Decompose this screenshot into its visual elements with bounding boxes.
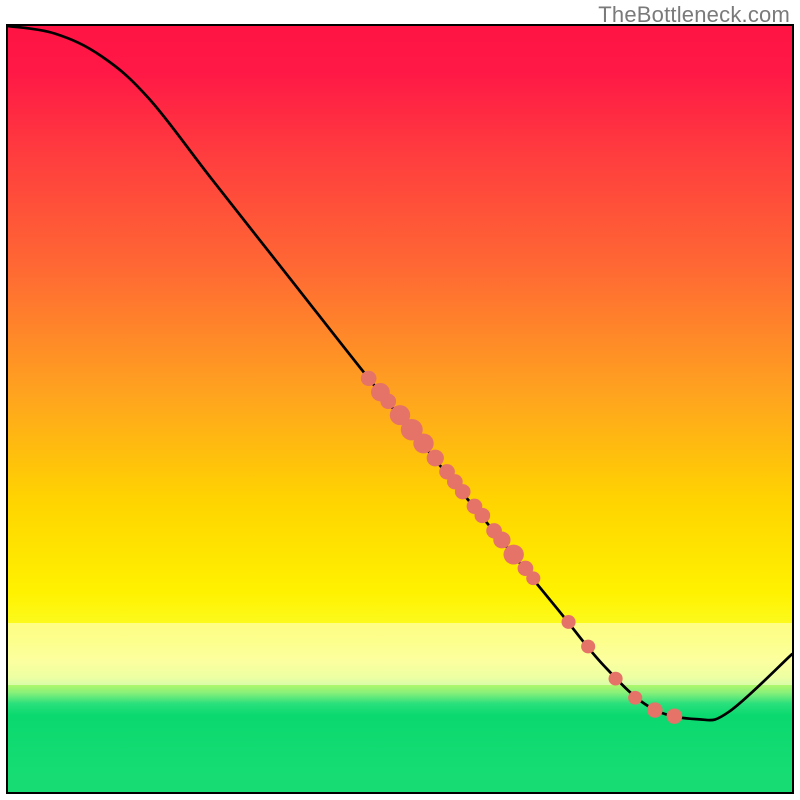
curve-marker bbox=[609, 672, 623, 686]
curve-marker bbox=[361, 371, 377, 386]
curve-marker bbox=[493, 532, 510, 549]
curve-marker bbox=[562, 615, 576, 629]
plot-area bbox=[6, 24, 794, 794]
curve-marker bbox=[455, 484, 471, 499]
curve-marker bbox=[413, 434, 433, 454]
curve-marker bbox=[380, 394, 396, 409]
curve-marker bbox=[474, 508, 490, 523]
curve-marker bbox=[581, 640, 595, 654]
curve-marker bbox=[628, 691, 642, 705]
curve-markers bbox=[361, 371, 682, 724]
curve-marker bbox=[647, 702, 663, 717]
curve-marker bbox=[503, 545, 523, 565]
curve-marker bbox=[667, 709, 683, 724]
curve-marker bbox=[526, 571, 540, 585]
chart-container: TheBottleneck.com bbox=[0, 0, 800, 800]
curve-path bbox=[8, 26, 792, 720]
curve-svg bbox=[8, 26, 792, 792]
curve-marker bbox=[427, 450, 444, 467]
